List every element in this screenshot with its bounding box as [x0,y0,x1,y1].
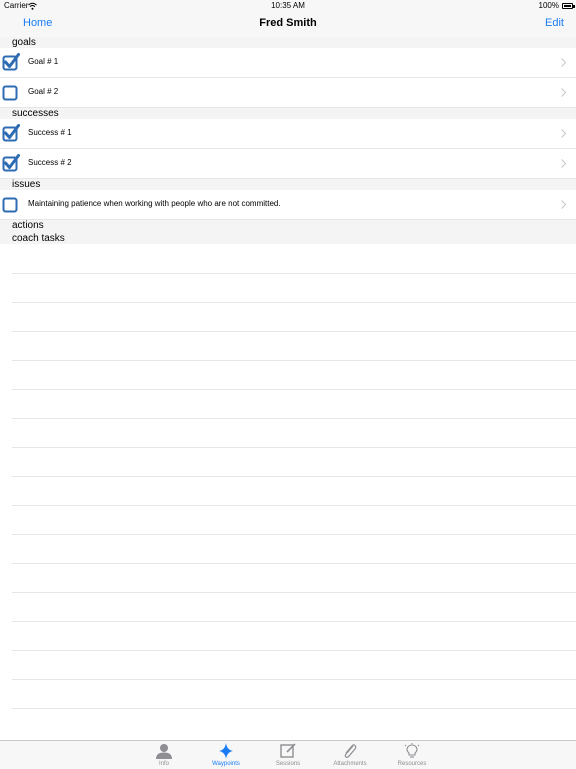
table-separator [12,592,576,593]
section-header-actions: actions coach tasks [0,220,576,244]
chevron-right-icon [561,200,566,209]
checkbox-unchecked-icon[interactable] [2,83,20,101]
battery-percent: 100% [538,1,559,10]
checkbox-checked-icon[interactable] [2,154,20,172]
tab-bar: Info Waypoints Sessions Attachments Reso… [0,740,576,769]
tab-waypoints[interactable]: Waypoints [201,741,251,769]
star-icon [219,743,233,759]
compose-icon [280,743,296,758]
table-separator [12,389,576,390]
issue-label: Maintaining patience when working with p… [28,199,281,208]
success-row-1[interactable]: Success # 1 [0,119,576,149]
checkbox-checked-icon[interactable] [2,53,20,71]
page-title: Fred Smith [259,17,317,29]
table-separator [12,563,576,564]
chevron-right-icon [561,58,566,67]
table-separator [12,360,576,361]
tab-label: Attachments [333,761,367,767]
section-header-goals: goals [0,37,576,48]
goal-row-1[interactable]: Goal # 1 [0,48,576,78]
tab-label: Resources [397,761,427,767]
person-icon [156,744,172,759]
section-title: issues [12,179,41,190]
table-separator [12,302,576,303]
table-separator [12,476,576,477]
success-row-2[interactable]: Success # 2 [0,149,576,179]
issue-row-1[interactable]: Maintaining patience when working with p… [0,190,576,220]
success-label: Success # 2 [28,158,72,167]
section-title-actions: actions [12,220,44,231]
tab-info[interactable]: Info [139,741,189,769]
table-separator [12,447,576,448]
battery-tip [573,5,575,8]
chevron-right-icon [561,88,566,97]
goal-row-2[interactable]: Goal # 2 [0,78,576,108]
goal-label: Goal # 2 [28,87,59,96]
table-separator [12,418,576,419]
goal-label: Goal # 1 [28,57,59,66]
table-separator [12,534,576,535]
tab-label: Sessions [275,761,301,767]
edit-button[interactable]: Edit [545,17,564,29]
section-title-coach-tasks: coach tasks [12,233,65,244]
section-title: successes [12,108,59,119]
tab-attachments[interactable]: Attachments [325,741,375,769]
tab-resources[interactable]: Resources [387,741,437,769]
section-header-successes: successes [0,108,576,119]
tab-sessions[interactable]: Sessions [263,741,313,769]
checkbox-checked-icon[interactable] [2,124,20,142]
navigation-bar: Home Fred Smith Edit [0,12,576,38]
paperclip-icon [344,744,357,758]
checkbox-unchecked-icon[interactable] [2,195,20,213]
table-separator [12,273,576,274]
section-title: goals [12,37,36,48]
table-separator [12,621,576,622]
battery-icon [562,3,573,9]
table-separator [12,679,576,680]
table-separator [12,650,576,651]
table-separator [12,331,576,332]
table-separator [12,708,576,709]
section-header-issues: issues [0,179,576,190]
status-bar: Carrier 10:35 AM 100% [0,0,576,12]
tab-label: Info [158,761,169,767]
chevron-right-icon [561,159,566,168]
clock-label: 10:35 AM [271,1,305,10]
chevron-right-icon [561,129,566,138]
tab-label: Waypoints [212,761,240,767]
lightbulb-icon [404,743,420,758]
success-label: Success # 1 [28,128,72,137]
table-separator [12,505,576,506]
